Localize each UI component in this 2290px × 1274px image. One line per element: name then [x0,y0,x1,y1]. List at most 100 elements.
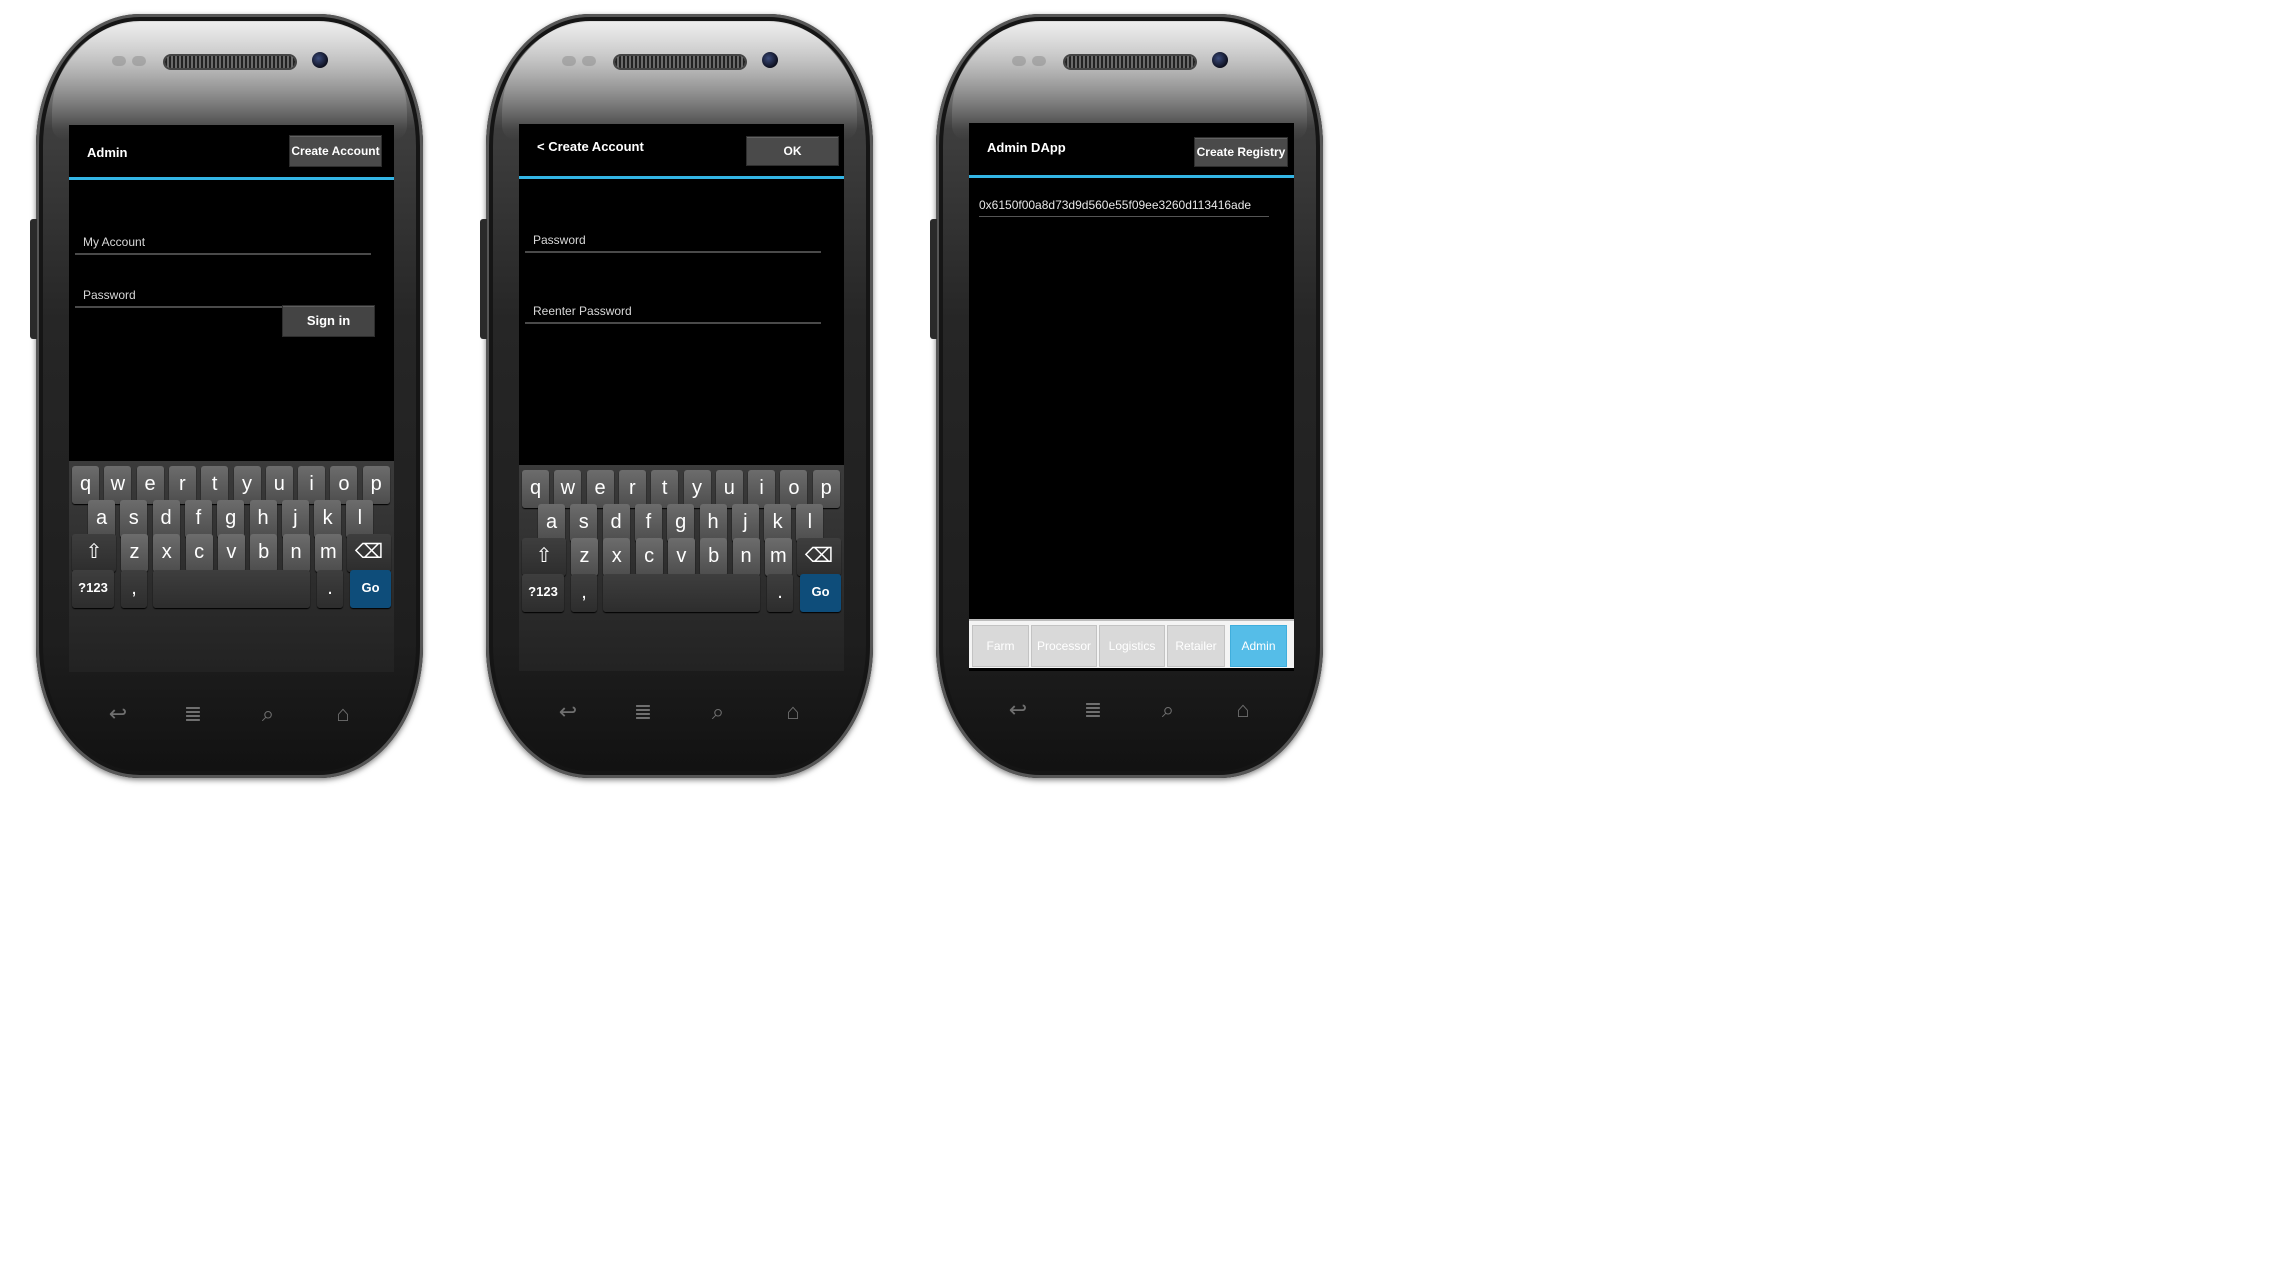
symbols-key[interactable]: ?123 [522,574,564,612]
search-icon[interactable]: ⌕ [248,701,288,727]
back-icon[interactable]: ↩ [98,701,138,727]
key-b[interactable]: b [250,534,278,572]
key-g[interactable]: g [217,500,245,538]
key-o[interactable]: o [330,466,358,504]
space-bar[interactable] [603,574,760,612]
backspace-icon[interactable]: ⌫ [347,534,391,572]
go-key[interactable]: Go [350,570,391,608]
comma-key[interactable]: , [121,570,147,608]
page-title: Admin [87,145,128,160]
key-j[interactable]: j [731,504,759,542]
key-d[interactable]: d [152,500,180,538]
space-bar[interactable] [153,570,310,608]
key-n[interactable]: n [282,534,310,572]
comma-key[interactable]: , [571,574,597,612]
tab-farm[interactable]: Farm [972,625,1029,667]
key-y[interactable]: y [233,466,261,504]
key-a[interactable]: a [88,500,115,538]
reenter-password-field[interactable]: Reenter Password [525,302,821,324]
key-p[interactable]: p [362,466,390,504]
key-j[interactable]: j [281,500,309,538]
key-p[interactable]: p [812,470,840,508]
key-l[interactable]: l [346,500,374,538]
account-placeholder: My Account [83,235,146,249]
key-a[interactable]: a [538,504,565,542]
tab-processor[interactable]: Processor [1031,625,1097,667]
backspace-icon[interactable]: ⌫ [797,538,841,576]
menu-icon[interactable]: ≣ [623,699,663,725]
back-title[interactable]: < Create Account [537,139,644,154]
front-camera-icon [1212,52,1228,68]
key-x[interactable]: x [153,534,181,572]
home-icon[interactable]: ⌂ [773,699,813,725]
home-icon[interactable]: ⌂ [323,701,363,727]
key-b[interactable]: b [700,538,728,576]
key-i[interactable]: i [748,470,776,508]
back-icon[interactable]: ↩ [998,697,1038,723]
shift-icon[interactable]: ⇧ [72,534,116,572]
key-e[interactable]: e [136,466,164,504]
key-u[interactable]: u [265,466,293,504]
key-s[interactable]: s [120,500,148,538]
key-c[interactable]: c [635,538,663,576]
key-e[interactable]: e [586,470,614,508]
key-h[interactable]: h [699,504,727,542]
go-key[interactable]: Go [800,574,841,612]
key-o[interactable]: o [780,470,808,508]
key-v[interactable]: v [667,538,695,576]
tab-admin[interactable]: Admin [1230,625,1287,667]
search-icon[interactable]: ⌕ [1148,697,1188,723]
key-k[interactable]: k [764,504,792,542]
key-h[interactable]: h [249,500,277,538]
key-m[interactable]: m [764,538,792,576]
key-f[interactable]: f [634,504,662,542]
key-v[interactable]: v [217,534,245,572]
key-t[interactable]: t [201,466,229,504]
period-key[interactable]: . [317,570,343,608]
key-n[interactable]: n [732,538,760,576]
key-x[interactable]: x [603,538,631,576]
key-w[interactable]: w [554,470,582,508]
key-z[interactable]: z [121,534,148,572]
key-t[interactable]: t [651,470,679,508]
account-field[interactable]: My Account [75,233,371,255]
key-d[interactable]: d [602,504,630,542]
back-icon[interactable]: ↩ [548,699,588,725]
symbols-key[interactable]: ?123 [72,570,114,608]
key-g[interactable]: g [667,504,695,542]
create-account-button[interactable]: Create Account [289,135,382,167]
password-placeholder: Password [83,288,136,302]
registry-address[interactable]: 0x6150f00a8d73d9d560e55f09ee3260d113416a… [979,198,1269,217]
key-c[interactable]: c [185,534,213,572]
key-m[interactable]: m [314,534,342,572]
tab-logistics[interactable]: Logistics [1099,625,1165,667]
key-r[interactable]: r [168,466,196,504]
sign-in-button[interactable]: Sign in [282,305,375,337]
key-i[interactable]: i [298,466,326,504]
key-f[interactable]: f [184,500,212,538]
phone-1: Admin Create Account My Account Password… [30,14,423,778]
key-w[interactable]: w [104,466,132,504]
home-icon[interactable]: ⌂ [1223,697,1263,723]
tab-retailer[interactable]: Retailer [1167,625,1225,667]
menu-icon[interactable]: ≣ [173,701,213,727]
key-q[interactable]: q [72,466,99,504]
ok-button[interactable]: OK [746,136,839,166]
key-z[interactable]: z [571,538,598,576]
search-icon[interactable]: ⌕ [698,699,738,725]
password-field[interactable]: Password [525,231,821,253]
key-k[interactable]: k [314,500,342,538]
key-s[interactable]: s [570,504,598,542]
key-u[interactable]: u [715,470,743,508]
key-q[interactable]: q [522,470,549,508]
sensor [112,56,126,66]
period-key[interactable]: . [767,574,793,612]
key-r[interactable]: r [618,470,646,508]
keyboard: q w e r t y u i o p a s d f g h j k l ⇧ z x c v b n m ⌫ ?123,. Go [519,465,844,671]
key-y[interactable]: y [683,470,711,508]
hardware-nav-keys: ↩ ≣ ⌕ ⌂ [98,701,363,727]
create-registry-button[interactable]: Create Registry [1194,137,1288,167]
menu-icon[interactable]: ≣ [1073,697,1113,723]
key-l[interactable]: l [796,504,824,542]
shift-icon[interactable]: ⇧ [522,538,566,576]
